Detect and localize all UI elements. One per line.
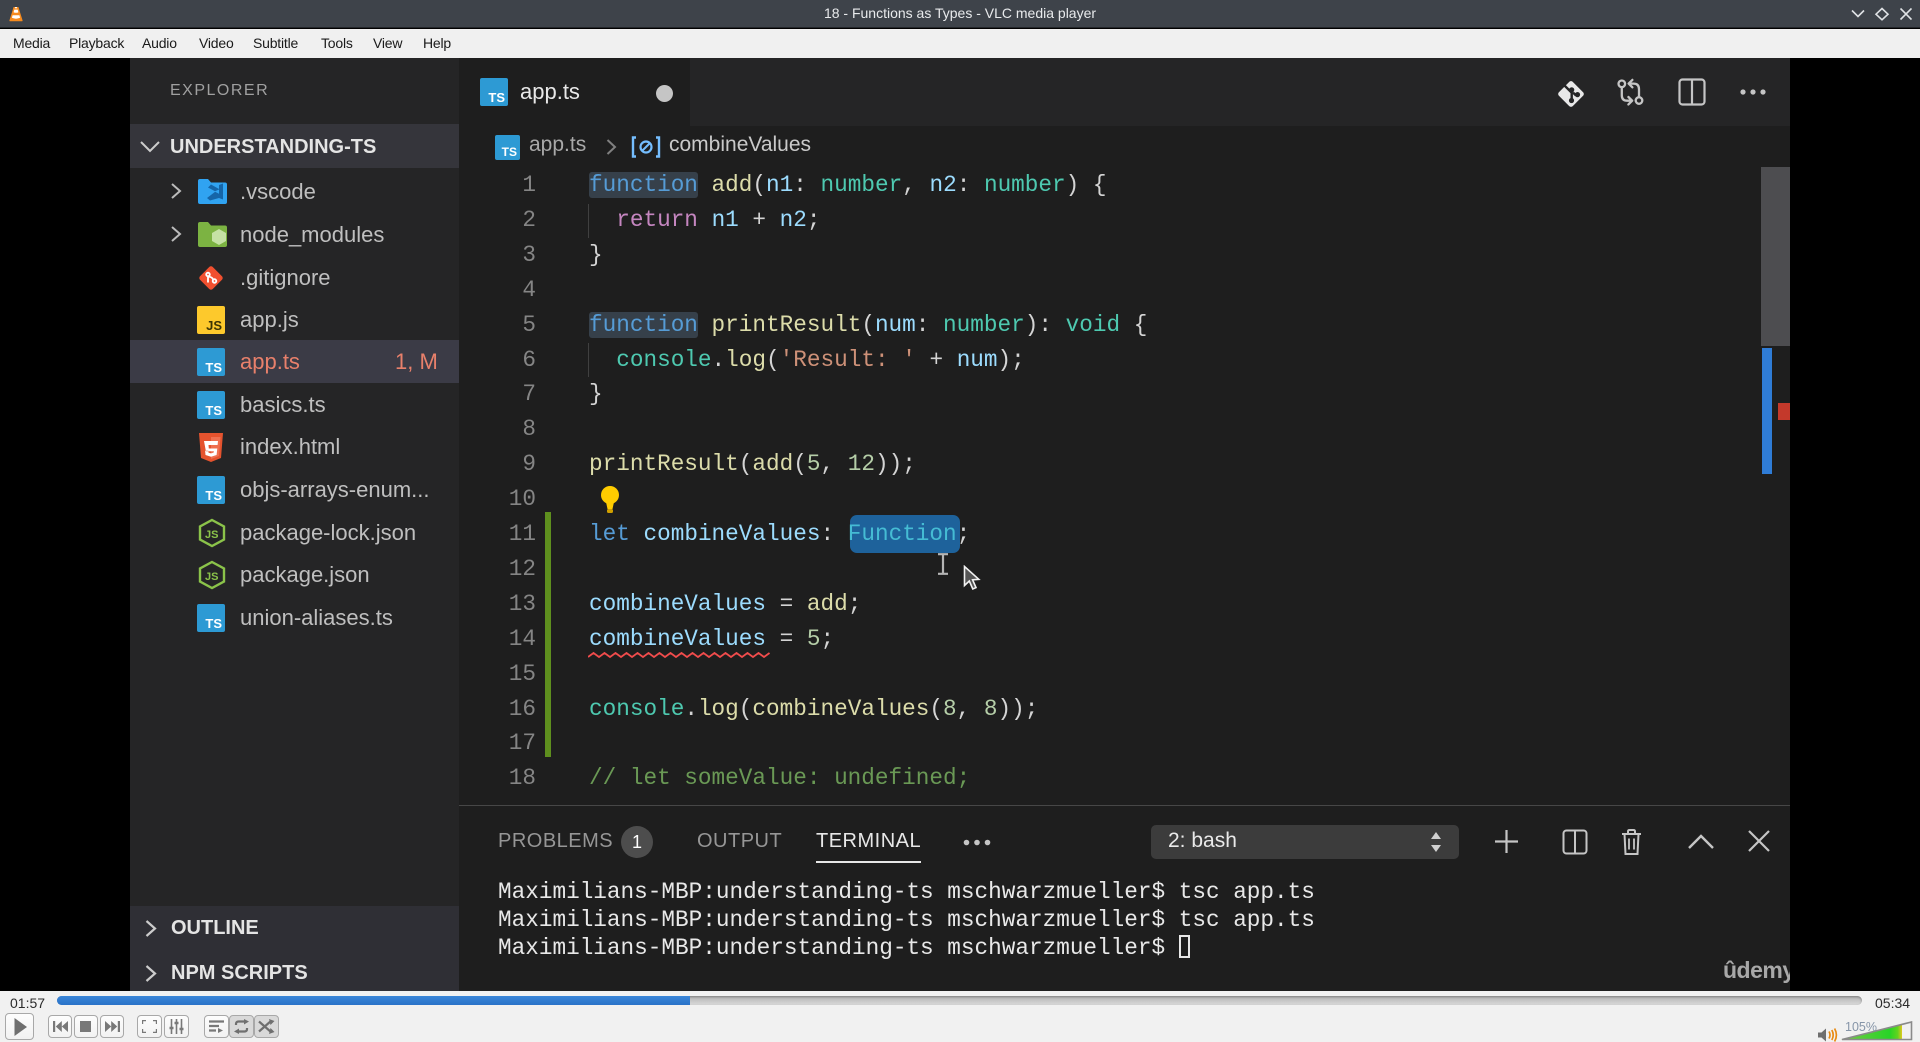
svg-text:JS: JS <box>205 571 218 583</box>
svg-text:JS: JS <box>205 529 218 541</box>
